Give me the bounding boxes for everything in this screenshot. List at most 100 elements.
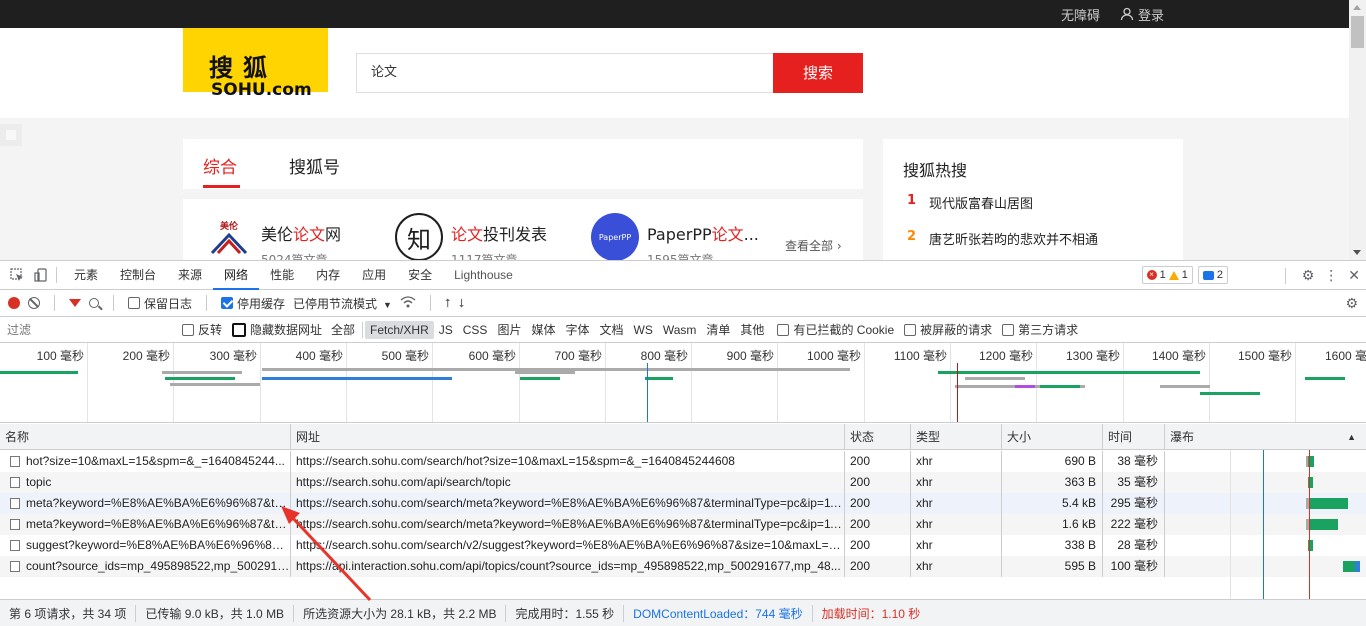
filter-type-manifest[interactable]: 清单 <box>701 319 735 340</box>
col-type-header[interactable]: 类型 <box>911 424 1002 450</box>
disable-cache-checkbox[interactable]: 停用缓存 <box>221 295 285 312</box>
waterfall-bar <box>1343 561 1355 572</box>
cell-text: 5.4 kB <box>1061 496 1096 510</box>
filter-type-img[interactable]: 图片 <box>492 319 526 340</box>
cell-name: meta?keyword=%E8%AE%BA%E6%96%87&ter... <box>0 514 291 535</box>
preserve-log-checkbox[interactable]: 保留日志 <box>128 295 192 312</box>
error-warning-badge[interactable]: × 1 1 <box>1141 266 1193 284</box>
scroll-up-arrow-icon[interactable] <box>1353 5 1361 10</box>
table-row[interactable]: topic https://search.sohu.com/api/search/… <box>0 472 1366 493</box>
network-settings-gear-icon[interactable]: ⚙ <box>1345 295 1358 312</box>
cell-text: 200 <box>850 475 871 489</box>
col-size-header[interactable]: 大小 <box>1002 424 1103 450</box>
hide-data-urls-checkbox[interactable]: 隐藏数据网址 <box>232 321 322 338</box>
table-row[interactable]: meta?keyword=%E8%AE%BA%E6%96%87&ter... ht… <box>0 493 1366 514</box>
col-url-header[interactable]: 网址 <box>291 424 845 450</box>
tab-lighthouse[interactable]: Lighthouse <box>443 261 524 290</box>
filter-type-js[interactable]: JS <box>434 321 458 339</box>
hot-search-title: 搜狐热搜 <box>903 161 968 180</box>
cell-url: https://search.sohu.com/search/meta?keyw… <box>291 514 845 535</box>
col-name-header[interactable]: 名称 <box>0 424 291 450</box>
timeline-tick-label: 700 毫秒 <box>554 349 602 363</box>
avatar: 美伦 <box>205 213 253 260</box>
cell-type: xhr <box>911 451 1002 472</box>
tab-memory[interactable]: 内存 <box>305 261 351 290</box>
device-toolbar-icon[interactable] <box>32 266 50 284</box>
search-button[interactable]: 搜索 <box>773 53 863 93</box>
throttle-select[interactable]: 已停用节流模式 ▼ <box>293 295 392 312</box>
blocked-cookies-checkbox[interactable]: 有已拦截的 Cookie <box>777 321 894 338</box>
filter-type-fetch-xhr[interactable]: Fetch/XHR <box>365 320 434 339</box>
filter-type-ws[interactable]: WS <box>629 321 658 339</box>
hot-item[interactable]: 2 唐艺昕张若昀的悲欢并不相通 <box>907 229 1098 248</box>
cell-text: xhr <box>916 475 933 489</box>
tab-elements[interactable]: 元素 <box>63 261 109 290</box>
blocked-requests-checkbox[interactable]: 被屏蔽的请求 <box>904 321 992 338</box>
sohu-logo[interactable]: 搜狐 SOHU.com <box>183 28 328 100</box>
tab-all[interactable]: 综合 <box>203 153 237 178</box>
page-scrollbar[interactable] <box>1349 0 1366 260</box>
tab-sohu-accounts[interactable]: 搜狐号 <box>289 153 340 178</box>
gear-icon[interactable]: ⚙ <box>1302 267 1315 284</box>
filter-type-media[interactable]: 媒体 <box>526 319 560 340</box>
filter-icon[interactable] <box>69 299 81 307</box>
wifi-settings-icon[interactable] <box>400 295 416 311</box>
record-icon[interactable] <box>8 297 20 309</box>
tab-network[interactable]: 网络 <box>213 261 260 290</box>
timeline-request-bar <box>0 371 78 374</box>
third-party-checkbox[interactable]: 第三方请求 <box>1002 321 1078 338</box>
clear-icon[interactable] <box>28 297 40 309</box>
messages-badge[interactable]: 2 <box>1197 266 1228 284</box>
more-menu-icon[interactable]: ⋮ <box>1324 267 1338 284</box>
table-row[interactable]: count?source_ids=mp_495898522,mp_5002916… <box>0 556 1366 577</box>
scroll-down-arrow-icon[interactable] <box>1353 250 1361 255</box>
timeline-tick-label: 800 毫秒 <box>640 349 688 363</box>
account-name: 美伦论文网 <box>261 225 342 244</box>
hot-item[interactable]: 1 现代版富春山居图 <box>907 193 1033 212</box>
cell-text: count?source_ids=mp_495898522,mp_5002916… <box>26 559 291 573</box>
inspect-element-icon[interactable] <box>8 266 26 284</box>
filter-type-font[interactable]: 字体 <box>560 319 594 340</box>
tab-application[interactable]: 应用 <box>351 261 397 290</box>
network-overview-timeline[interactable]: 100 毫秒 200 毫秒 300 毫秒 400 毫秒 500 毫秒 600 毫秒 700 … <box>0 343 1366 423</box>
cell-size: 690 B <box>1002 451 1103 472</box>
timeline-grid-line <box>1295 343 1296 422</box>
invert-checkbox[interactable]: 反转 <box>182 321 222 338</box>
scroll-thumb[interactable] <box>1351 16 1364 48</box>
filter-type-css[interactable]: CSS <box>458 321 493 339</box>
hot-search-panel: 搜狐热搜 1 现代版富春山居图 2 唐艺昕张若昀的悲欢并不相通 <box>883 139 1183 260</box>
tab-performance[interactable]: 性能 <box>259 261 305 290</box>
table-row[interactable]: meta?keyword=%E8%AE%BA%E6%96%87&ter... ht… <box>0 514 1366 535</box>
table-row[interactable]: suggest?keyword=%E8%AE%BA%E6%96%87&... ht… <box>0 535 1366 556</box>
timeline-tick-label: 600 毫秒 <box>468 349 516 363</box>
export-har-icon[interactable]: ⭣ <box>459 296 465 311</box>
col-waterfall-header[interactable]: 瀑布 ▲ <box>1165 424 1366 450</box>
filter-type-wasm[interactable]: Wasm <box>658 321 702 339</box>
filter-type-doc[interactable]: 文档 <box>594 319 628 340</box>
filter-type-all[interactable]: 全部 <box>326 319 360 340</box>
search-input[interactable]: 论文 <box>356 53 774 93</box>
login-link[interactable]: 登录 <box>1120 5 1164 24</box>
load-time: 加载时间：1.10 秒 <box>821 606 921 621</box>
tab-sources[interactable]: 来源 <box>167 261 213 290</box>
import-har-icon[interactable]: ⭡ <box>445 296 451 311</box>
account-card[interactable]: PaperPP PaperPP论文... 1595篇文章 <box>591 213 759 260</box>
filter-input[interactable]: 过滤 <box>4 320 174 340</box>
table-row[interactable]: hot?size=10&maxL=15&spm=&_=1640845244...… <box>0 451 1366 472</box>
see-all-link[interactable]: 查看全部 › <box>785 237 842 254</box>
account-card[interactable]: 知 论文投刊发表 1117篇文章 <box>395 213 547 260</box>
table-header: 名称 网址 状态 类型 大小 时间 瀑布 ▲ <box>0 424 1366 450</box>
timeline-request-bar <box>965 377 1025 380</box>
accessibility-link[interactable]: 无障碍 <box>1061 5 1100 24</box>
close-icon[interactable]: ✕ <box>1348 267 1360 284</box>
tab-console[interactable]: 控制台 <box>109 261 167 290</box>
filter-type-other[interactable]: 其他 <box>735 319 769 340</box>
side-widget[interactable] <box>0 124 22 146</box>
account-card[interactable]: 美伦 美伦论文网 5024篇文章 <box>205 213 341 260</box>
timeline-request-bar <box>165 377 235 380</box>
search-icon[interactable] <box>89 298 99 308</box>
tab-security[interactable]: 安全 <box>397 261 443 290</box>
col-time-header[interactable]: 时间 <box>1103 424 1165 450</box>
timeline-grid-line <box>519 343 520 422</box>
col-status-header[interactable]: 状态 <box>845 424 911 450</box>
